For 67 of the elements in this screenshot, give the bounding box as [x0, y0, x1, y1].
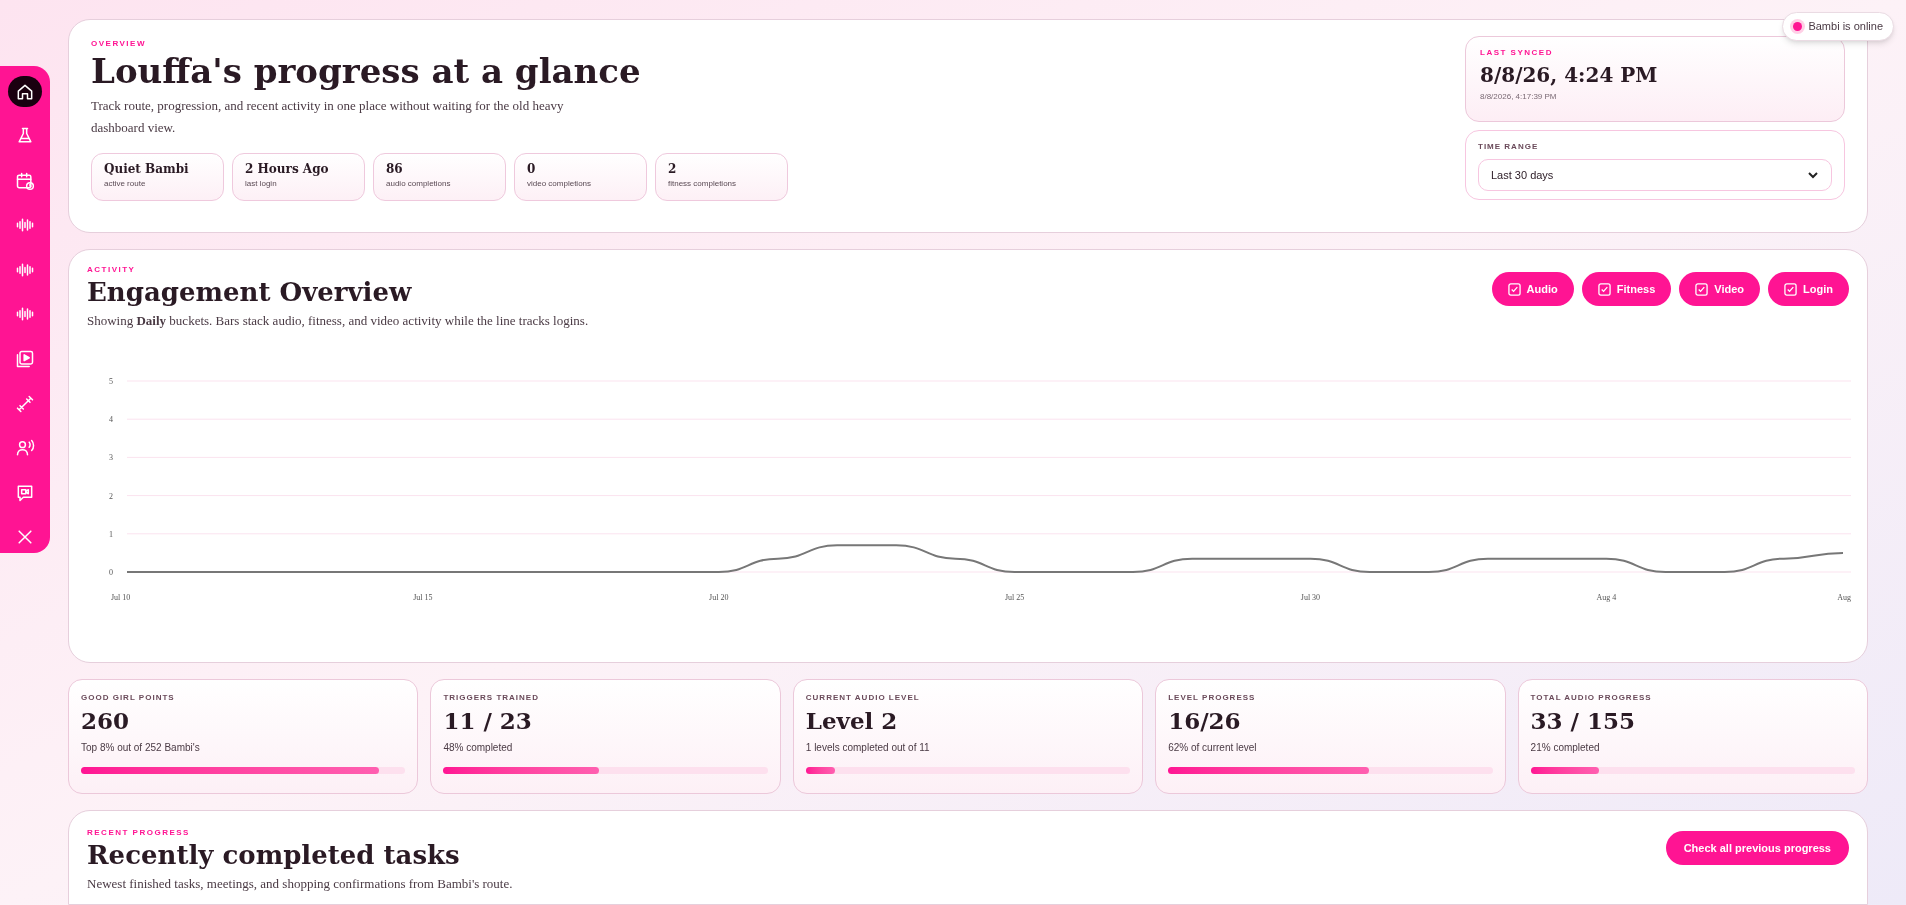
chevron-down-icon — [1807, 169, 1819, 181]
section-description: Track route, progression, and recent activity in one place without waiting for the old heavy dashboard view. — [91, 96, 565, 137]
stat-value: 2 — [668, 160, 678, 178]
last-synced-value: 8/8/26, 4:24 PM — [1480, 62, 1659, 89]
series-toggle[interactable]: Login — [1768, 272, 1849, 306]
metric-label: CURRENT AUDIO LEVEL — [805, 692, 921, 704]
stat-label: last login — [245, 177, 278, 190]
metric-detail: 21% completed — [1530, 741, 1601, 755]
y-tick-label: 5 — [109, 377, 113, 386]
y-tick-label: 0 — [109, 568, 113, 577]
checkbox-checked-icon — [1597, 282, 1611, 296]
y-tick-label: 1 — [109, 529, 113, 539]
metric-value: 11 / 23 — [443, 706, 533, 736]
metric-value: 16/26 — [1168, 706, 1242, 736]
metric-detail: 48% completed — [443, 741, 514, 755]
stat-label: video completions — [527, 177, 593, 190]
metric-detail: 62% of current level — [1168, 741, 1258, 755]
video-play-icon — [15, 349, 35, 370]
section-title: Louffa's progress at a glance — [91, 50, 642, 93]
x-tick-label: Jul 15 — [413, 593, 433, 602]
metric-detail: 1 levels completed out of 11 — [805, 741, 931, 755]
metric-label: TRIGGERS TRAINED — [443, 692, 540, 704]
check-progress-button[interactable]: Check all previous progress — [1665, 831, 1849, 865]
section-title: Recently completed tasks — [87, 839, 461, 872]
section-description: Showing Daily buckets. Bars stack audio, fitness, and video activity while the line tracks logins. — [87, 311, 589, 330]
metric-detail: Top 8% out of 252 Bambi's — [81, 741, 201, 755]
dumbbell-icon — [15, 393, 35, 414]
x-tick-label: Jul 25 — [1004, 593, 1025, 602]
x-tick-label: Aug — [1837, 593, 1851, 602]
y-tick-label: 4 — [109, 415, 113, 425]
x-tick-label: Jul 10 — [111, 593, 131, 602]
y-tick-label: 2 — [109, 491, 113, 501]
checkbox-checked-icon — [1695, 282, 1709, 296]
series-toggle[interactable]: Audio — [1491, 272, 1574, 306]
metric-label: LEVEL PROGRESS — [1168, 692, 1257, 704]
section-eyebrow: RECENT PROGRESS — [87, 827, 191, 839]
metric-value: 260 — [81, 706, 130, 736]
section-description: Newest finished tasks, meetings, and shopping confirmations from Bambi's route. — [87, 874, 513, 893]
metric-value: 33 / 155 — [1530, 706, 1637, 736]
last-synced-label: LAST SYNCED — [1480, 47, 1554, 59]
status-text: Bambi is online — [1808, 19, 1883, 34]
x-tick-label: Jul 30 — [1300, 593, 1321, 602]
stat-label: fitness completions — [668, 177, 738, 190]
sidebar-button[interactable] — [8, 76, 42, 108]
series-toggle[interactable]: Video — [1679, 272, 1761, 306]
time-range-dropdown[interactable]: Last 30 days — [1478, 159, 1832, 191]
time-range-label: TIME RANGE — [1478, 141, 1540, 153]
stat-value: Quiet Bambi — [104, 160, 190, 178]
x-tick-label: Aug 4 — [1596, 593, 1617, 602]
series-toggle[interactable]: Fitness — [1581, 272, 1672, 306]
checkbox-checked-icon — [1784, 282, 1798, 296]
checkbox-checked-icon — [1507, 282, 1521, 296]
x-tick-label: Jul 20 — [709, 593, 729, 602]
metric-label: GOOD GIRL POINTS — [81, 692, 176, 704]
stat-label: active route — [104, 177, 147, 190]
section-eyebrow: OVERVIEW — [91, 38, 147, 50]
stat-label: audio completions — [386, 177, 452, 190]
stat-value: 86 — [386, 160, 404, 178]
y-tick-label: 3 — [109, 453, 113, 463]
metric-label: TOTAL AUDIO PROGRESS — [1530, 692, 1653, 704]
metric-value: Level 2 — [805, 706, 899, 736]
section-title: Engagement Overview — [87, 276, 413, 309]
last-synced-detail: 8/8/2026, 4:17:39 PM — [1480, 91, 1558, 103]
section-eyebrow: ACTIVITY — [87, 264, 137, 276]
calendar-clock-icon — [15, 170, 35, 191]
stat-value: 2 Hours Ago — [245, 160, 330, 178]
stat-value: 0 — [527, 160, 537, 178]
